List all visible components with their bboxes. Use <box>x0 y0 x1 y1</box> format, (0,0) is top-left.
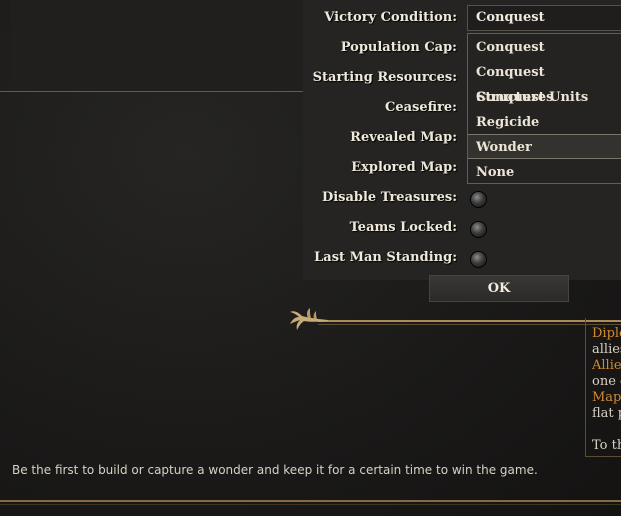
last-man-standing-label: Last Man Standing: <box>314 250 457 265</box>
ornamental-divider <box>318 320 621 322</box>
option-conquest-units[interactable]: Conquest Units <box>468 85 621 110</box>
divider-left <box>0 91 303 92</box>
leaf-ornament-icon <box>290 308 328 330</box>
map-preview-panel <box>11 0 304 92</box>
starting-resources-label: Starting Resources: <box>312 70 457 85</box>
victory-condition-label: Victory Condition: <box>324 10 457 25</box>
last-man-standing-toggle[interactable] <box>471 252 486 267</box>
victory-description: Be the first to build or capture a wonde… <box>12 463 538 477</box>
info-line-4: one g <box>592 374 621 389</box>
victory-condition-value: Conquest <box>476 10 545 25</box>
disable-treasures-toggle[interactable] <box>471 192 486 207</box>
info-line-3: Allied <box>592 358 621 373</box>
teams-locked-label: Teams Locked: <box>349 220 457 235</box>
game-info-panel: Diplo allies Allied one g Map flat p To … <box>585 318 621 457</box>
explored-map-label: Explored Map: <box>351 160 457 175</box>
option-none[interactable]: None <box>468 160 621 185</box>
ok-button[interactable]: OK <box>429 275 569 302</box>
info-line-2: allies <box>592 342 621 357</box>
option-regicide[interactable]: Regicide <box>468 110 621 135</box>
population-cap-label: Population Cap: <box>340 40 457 55</box>
revealed-map-label: Revealed Map: <box>350 130 457 145</box>
info-line-1: Diplo <box>592 326 621 341</box>
victory-condition-select[interactable]: Conquest <box>467 5 621 31</box>
option-conquest[interactable]: Conquest <box>468 35 621 60</box>
bottom-divider <box>0 500 621 502</box>
victory-condition-dropdown: Conquest Conquest Structures Conquest Un… <box>467 33 621 184</box>
option-wonder[interactable]: Wonder <box>468 134 621 159</box>
option-conquest-structures[interactable]: Conquest Structures <box>468 60 621 105</box>
info-line-5: Map <box>592 390 621 405</box>
ceasefire-label: Ceasefire: <box>384 100 457 115</box>
disable-treasures-label: Disable Treasures: <box>321 190 457 205</box>
info-line-7: To th <box>592 438 621 453</box>
bottom-divider-shadow <box>0 504 621 505</box>
ornamental-divider-shadow <box>318 324 621 325</box>
teams-locked-toggle[interactable] <box>471 222 486 237</box>
info-line-6: flat p <box>592 406 621 421</box>
